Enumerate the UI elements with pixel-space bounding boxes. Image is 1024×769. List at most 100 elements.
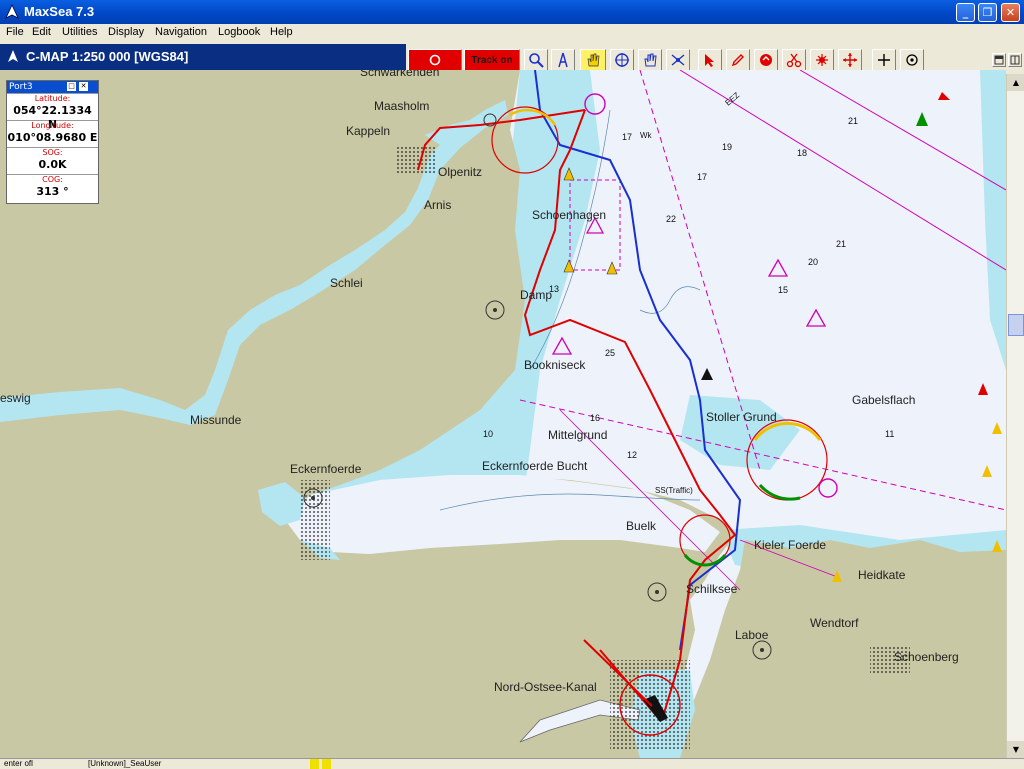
mark-button[interactable] (754, 49, 778, 71)
maxsea-app-icon (5, 4, 19, 19)
scroll-down-button[interactable]: ▼ (1007, 741, 1024, 758)
scroll-up-button[interactable]: ▲ (1007, 74, 1024, 91)
window-icon (994, 55, 1004, 65)
depth-sounding: 17 (622, 132, 632, 142)
panel-close-button[interactable]: ✕ (79, 82, 88, 91)
place-schilksee: Schilksee (686, 582, 738, 596)
place-gabelsflach: Gabelsflach (852, 393, 915, 407)
depth-sounding: 22 (666, 214, 676, 224)
place-missunde: Missunde (190, 413, 242, 427)
sog-label: SOG: (42, 148, 63, 157)
eckernfoerde-urban (300, 480, 330, 560)
menu-edit[interactable]: Edit (32, 26, 51, 38)
place-kappeln: Kappeln (346, 124, 390, 138)
place-schwarkenden: Schwarkenden (360, 70, 439, 79)
depth-sounding: 12 (627, 450, 637, 460)
zoom-button[interactable] (524, 49, 548, 71)
track-on-button[interactable]: Track on (464, 49, 520, 71)
crosshair-circle-icon (615, 53, 629, 67)
place-schleswig: eswig (0, 391, 31, 405)
waypoint-icon (816, 54, 828, 66)
place-buelk: Buelk (626, 519, 657, 533)
waypoint-button[interactable] (810, 49, 834, 71)
record-button[interactable] (408, 49, 462, 71)
chart-title-bar: C-MAP 1:250 000 [WGS84] (0, 44, 406, 70)
toolbar-option-button[interactable] (992, 53, 1006, 67)
vertical-scrollbar[interactable]: ▲ ▼ (1006, 74, 1024, 758)
pan-hand-button[interactable] (580, 49, 606, 71)
position-panel-title: Port3 (9, 82, 33, 92)
place-bookniseck: Bookniseck (524, 358, 586, 372)
compass-button[interactable] (551, 49, 575, 71)
depth-sounding: 20 (808, 257, 818, 267)
target-button[interactable] (900, 49, 924, 71)
place-arnis: Arnis (424, 198, 451, 212)
menu-file[interactable]: File (6, 26, 24, 38)
record-icon (429, 54, 441, 66)
chart-scale-title: C-MAP 1:250 000 [WGS84] (26, 49, 189, 64)
sog-value: 0.0K (38, 158, 67, 171)
grab-hand-icon (644, 53, 657, 67)
cut-button[interactable] (782, 49, 806, 71)
menu-navigation[interactable]: Navigation (155, 26, 207, 38)
place-mittelgrund: Mittelgrund (548, 428, 607, 442)
close-button[interactable]: ✕ (1001, 3, 1020, 22)
chart-icon (8, 50, 18, 62)
toolbar-layout-button[interactable] (1008, 53, 1022, 67)
chart-canvas[interactable]: Schwarkenden Maasholm Kappeln Olpenitz A… (0, 70, 1006, 758)
latitude-cell: Latitude: 054°22.1334 N (7, 93, 98, 131)
measure-button[interactable] (666, 49, 690, 71)
mark-icon (760, 54, 772, 66)
place-stoller-grund: Stoller Grund (706, 410, 777, 424)
depth-sounding: 21 (836, 239, 846, 249)
hand-icon (587, 53, 600, 67)
kappeln-urban (395, 145, 435, 175)
depth-sounding: 18 (797, 148, 807, 158)
maximize-button[interactable]: ❐ (978, 3, 997, 22)
move-arrows-icon (843, 53, 857, 67)
select-button[interactable] (698, 49, 722, 71)
place-wendtorf: Wendtorf (810, 616, 859, 630)
depth-sounding: 16 (590, 413, 600, 423)
minimize-button[interactable]: _ (956, 3, 975, 22)
traffic-signal-station-label: SS(Traffic) (655, 486, 693, 495)
arrow-cursor-icon (705, 54, 714, 67)
place-nord-ostsee-kanal: Nord-Ostsee-Kanal (494, 680, 597, 694)
cross-button[interactable] (872, 49, 896, 71)
place-kieler-foerde: Kieler Foerde (754, 538, 826, 552)
wreck-label: Wk (640, 131, 653, 140)
grab-button[interactable] (638, 49, 662, 71)
title-bar: MaxSea 7.3 _ ❐ ✕ (0, 0, 1024, 24)
panel-restore-button[interactable]: □ (67, 82, 76, 91)
depth-sounding: 19 (722, 142, 732, 152)
place-olpenitz: Olpenitz (438, 165, 482, 179)
center-button[interactable] (610, 49, 634, 71)
status-bar: enter ofl [Unknown]_SeaUser (0, 758, 1024, 769)
pencil-button[interactable] (726, 49, 750, 71)
longitude-label: Longitude: (31, 121, 74, 130)
place-schoenberg: Schoenberg (894, 650, 959, 664)
window-title: MaxSea 7.3 (24, 4, 95, 19)
menu-utilities[interactable]: Utilities (62, 26, 97, 38)
place-schoenhagen: Schoenhagen (532, 208, 606, 222)
menu-logbook[interactable]: Logbook (218, 26, 260, 38)
pencil-icon (731, 54, 744, 67)
scroll-thumb[interactable] (1008, 314, 1024, 336)
place-schlei: Schlei (330, 276, 363, 290)
measure-icon (671, 54, 685, 66)
position-panel[interactable]: Port3 □ ✕ Latitude: 054°22.1334 N Longit… (6, 80, 99, 204)
longitude-cell: Longitude: 010°08.9680 E (7, 120, 98, 147)
menu-display[interactable]: Display (108, 26, 144, 38)
menu-help[interactable]: Help (270, 26, 293, 38)
place-eckernfoerde-bucht: Eckernfoerde Bucht (482, 459, 588, 473)
nautical-chart-view[interactable]: Schwarkenden Maasholm Kappeln Olpenitz A… (0, 70, 1006, 758)
target-icon (906, 54, 918, 66)
position-panel-header[interactable]: Port3 □ ✕ (7, 81, 98, 93)
depth-sounding: 11 (885, 429, 894, 439)
latitude-label: Latitude: (34, 94, 71, 103)
cog-cell: COG: 313 ° (7, 174, 98, 203)
longitude-value: 010°08.9680 E (7, 131, 98, 144)
cog-label: COG: (42, 175, 63, 184)
move-button[interactable] (838, 49, 862, 71)
place-damp: Damp (520, 288, 552, 302)
